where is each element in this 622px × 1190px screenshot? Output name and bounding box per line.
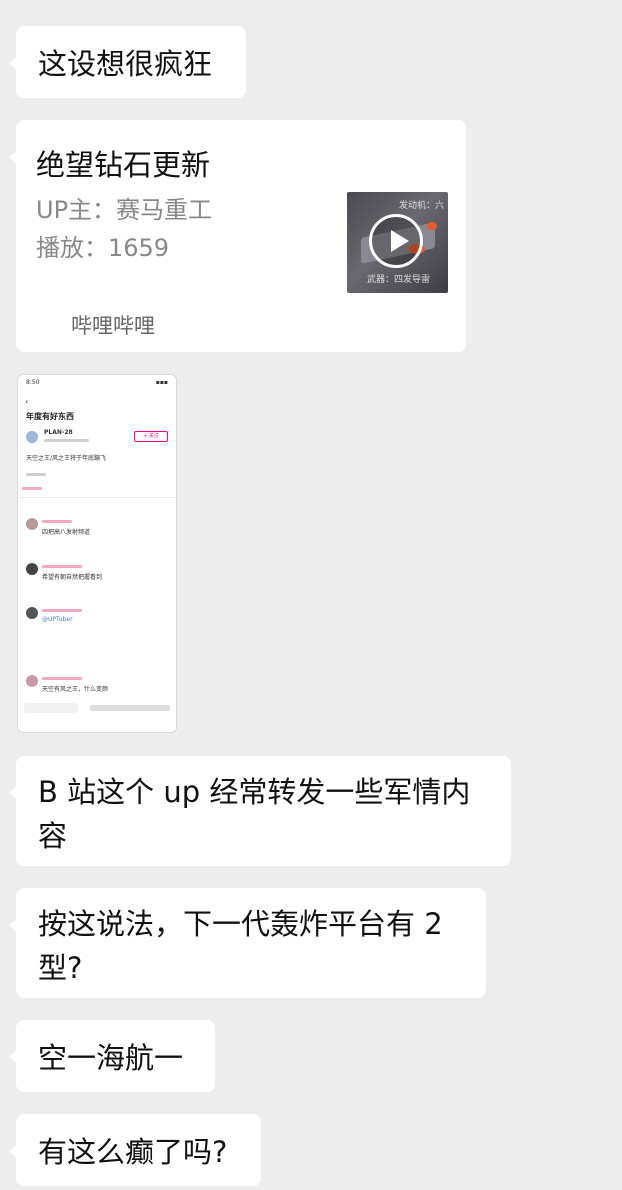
message-bubble[interactable]: B 站这个 up 经常转发一些军情内容: [9, 756, 511, 866]
thumb-bottom-text: 武器：四发导雷: [367, 275, 431, 285]
message-text: 有这么癫了吗?: [38, 1135, 228, 1169]
post-caption: 天空之王/风之王将于年底蹦飞: [26, 455, 107, 462]
avatar: [26, 563, 38, 575]
post-title: 年度有好东西: [26, 412, 74, 421]
divider: [18, 497, 176, 498]
card-uploader: UP主：赛马重工: [36, 196, 213, 224]
video-thumbnail[interactable]: 发动机：六 武器：四发导雷: [347, 192, 448, 293]
avatar: [26, 431, 38, 443]
comment-user: [42, 677, 82, 680]
back-icon: ‹: [25, 397, 29, 406]
thumb-top-text: 发动机：六: [398, 201, 444, 211]
avatar: [26, 675, 38, 687]
comment-user: [42, 520, 72, 523]
message-bubble[interactable]: 这设想很疯狂: [9, 26, 246, 98]
message-text: 这设想很疯狂: [38, 47, 213, 81]
comment-text: 希望有朝自然把握看到: [42, 574, 103, 581]
status-time: 8:50: [26, 379, 40, 386]
post-user: PLAN-28: [44, 429, 73, 436]
avatar: [26, 607, 38, 619]
bilibili-link-card[interactable]: 绝望钻石更新 UP主：赛马重工 播放：1659 发动机：六 武器：四发导雷 哔哩…: [9, 120, 466, 352]
status-icons: ▪▪▪: [155, 379, 168, 386]
comment-user: [42, 565, 82, 568]
message-bubble[interactable]: 空一海航一: [9, 1020, 215, 1092]
card-plays: 播放：1659: [36, 234, 170, 262]
shared-screenshot-image[interactable]: 8:50 ▪▪▪ ‹ 年度有好东西 PLAN-28 + 关注 天空之王/风之王将…: [17, 374, 177, 733]
message-text: B 站这个 up 经常转发一些军情内容: [38, 775, 471, 853]
post-date: [44, 439, 89, 442]
card-source: 哔哩哔哩: [71, 314, 155, 338]
flame-mark: [427, 222, 437, 230]
message-bubble[interactable]: 有这么癫了吗?: [9, 1114, 261, 1186]
avatar: [26, 518, 38, 530]
message-bubble[interactable]: 按这说法，下一代轰炸平台有 2 型?: [9, 888, 486, 998]
comment-text: 天空有风之王，什么变颜: [42, 686, 109, 693]
reply-input: [24, 703, 78, 713]
message-text: 按这说法，下一代轰炸平台有 2 型?: [38, 907, 452, 985]
tab-underline: [22, 487, 42, 490]
card-title: 绝望钻石更新: [36, 148, 211, 182]
play-icon[interactable]: [369, 214, 423, 268]
message-text: 空一海航一: [38, 1041, 184, 1075]
comment-text: 四把高八发射频道: [42, 529, 91, 536]
comment-user: [42, 609, 82, 612]
action-icons: [90, 705, 170, 711]
comment-text: @UPTuber: [42, 616, 73, 623]
divider: [26, 473, 46, 476]
follow-button: + 关注: [134, 431, 168, 442]
